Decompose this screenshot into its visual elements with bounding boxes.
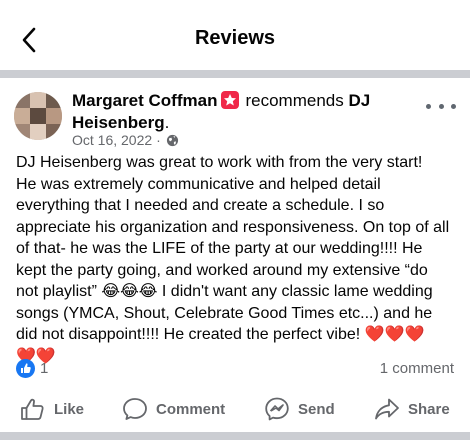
like-button[interactable]: Like — [20, 390, 84, 428]
post-meta: Oct 16, 2022 · — [72, 132, 179, 148]
review-line: of that- he was the LIFE of the party at… — [16, 240, 423, 257]
comment-count[interactable]: 1 comment — [380, 360, 454, 377]
comment-label: Comment — [156, 400, 226, 418]
like-label: Like — [54, 400, 85, 418]
avatar[interactable] — [14, 92, 62, 140]
review-line: kept the party going, and worked around … — [16, 261, 428, 279]
globe-icon — [166, 134, 178, 146]
app-header: Reviews — [0, 0, 470, 74]
send-button[interactable]: Send — [264, 390, 335, 428]
share-arrow-icon — [375, 398, 399, 420]
review-line: DJ Heisenberg was great to work with fro… — [16, 154, 423, 171]
page-name-suffix: . — [164, 113, 170, 132]
more-dot-icon — [438, 103, 444, 109]
share-button[interactable]: Share — [374, 390, 450, 428]
review-line: everything that I needed and create a sc… — [16, 197, 385, 214]
review-line: He was extremely communicative and helpe… — [16, 175, 381, 193]
review-author-line: Margaret Coffman recommends DJ Heisenberg… — [72, 90, 432, 134]
page-title: Reviews — [194, 27, 276, 49]
more-options-button[interactable] — [426, 96, 456, 116]
share-label: Share — [408, 400, 450, 418]
review-text: DJ Heisenberg was great to work with fro… — [16, 152, 464, 367]
comment-button[interactable]: Comment — [122, 390, 225, 428]
recommends-text: recommends — [245, 91, 344, 110]
recommend-badge-icon — [221, 91, 240, 109]
divider — [0, 432, 470, 440]
meta-separator: · — [156, 132, 161, 148]
review-line: did not disappoint!!!! He created the pe… — [16, 326, 425, 343]
divider — [0, 70, 470, 78]
post-date[interactable]: Oct 16, 2022 — [72, 132, 152, 148]
post-stats: 1 1 comment — [0, 358, 470, 382]
review-line: appreciate his organization and responsi… — [16, 218, 450, 236]
thumbs-up-icon — [21, 398, 44, 420]
author-name[interactable]: Margaret Coffman — [72, 91, 217, 110]
comment-bubble-icon — [123, 398, 147, 420]
like-count[interactable]: 1 — [40, 360, 48, 377]
like-reaction-icon[interactable] — [16, 359, 35, 378]
more-dot-icon — [426, 103, 431, 109]
review-line: not playlist” 😂😂😂 I didn't want any clas… — [16, 283, 433, 300]
send-label: Send — [298, 400, 335, 418]
review-post-header: Margaret Coffman recommends DJ Heisenberg… — [0, 78, 470, 150]
messenger-icon — [265, 397, 289, 421]
post-actions: Like Comment Send Share — [0, 390, 470, 428]
more-dot-icon — [451, 103, 456, 109]
review-line: songs (YMCA, Shout, Celebrate Good Times… — [16, 304, 433, 322]
